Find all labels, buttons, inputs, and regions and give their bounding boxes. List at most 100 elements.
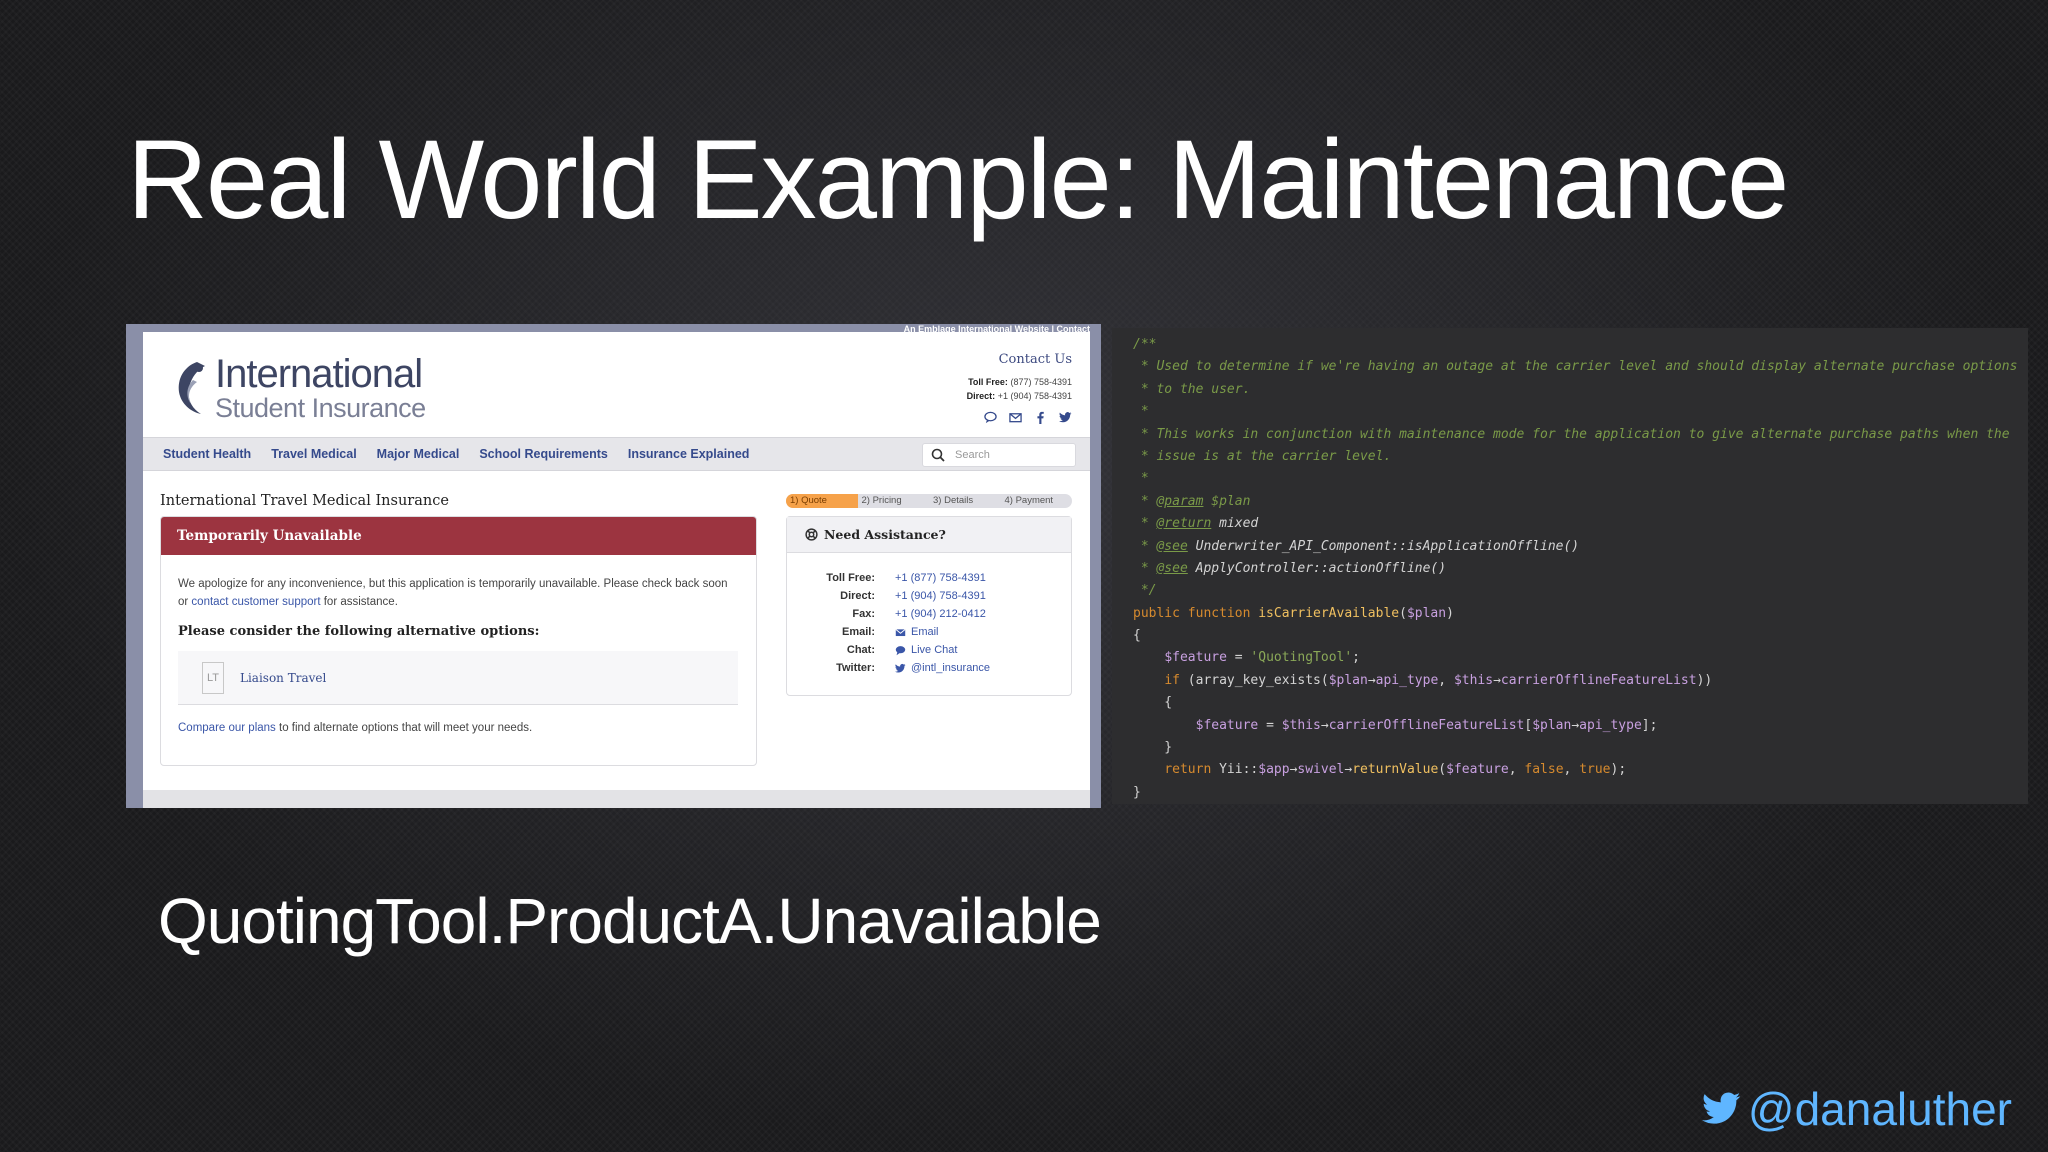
code-token: , xyxy=(1508,762,1525,778)
email-link[interactable]: Email xyxy=(911,626,939,638)
code-line: { xyxy=(1133,692,2028,714)
code-line: * @param $plan xyxy=(1133,491,2028,513)
code-line: * This works in conjunction with mainten… xyxy=(1133,424,2028,446)
assistance-key: Toll Free: xyxy=(826,572,875,584)
code-token: * This works in conjunction with mainten… xyxy=(1133,426,2010,442)
website-screenshot: An Emblage International Website | Conta… xyxy=(126,324,1101,808)
code-token: 'QuotingTool' xyxy=(1250,650,1353,666)
code-line: return Yii::$app→swivel→returnValue($fea… xyxy=(1133,759,2028,781)
code-token: returnValue xyxy=(1352,762,1439,778)
contact-us-link[interactable]: Contact Us xyxy=(967,352,1072,367)
nav-major-medical[interactable]: Major Medical xyxy=(377,447,460,461)
search-icon xyxy=(931,448,945,462)
assistance-key: Twitter: xyxy=(836,662,875,674)
code-token: swivel xyxy=(1297,762,1345,778)
chat-icon xyxy=(895,645,906,655)
step-pricing: 2) Pricing xyxy=(861,495,902,506)
compare-plans-link[interactable]: Compare our plans xyxy=(178,722,276,734)
code-token: if xyxy=(1164,672,1180,688)
code-token: $feature xyxy=(1195,717,1259,733)
code-token: → xyxy=(1367,672,1376,688)
code-token: */ xyxy=(1133,583,1157,599)
contact-support-link[interactable]: contact customer support xyxy=(191,596,320,608)
code-token: @see xyxy=(1156,560,1188,576)
assistance-card: Need Assistance? Toll Free: +1 (877) 758… xyxy=(786,516,1072,696)
step-quote: 1) Quote xyxy=(786,494,858,508)
code-token: * xyxy=(1133,471,1149,487)
assistance-value[interactable]: @intl_insurance xyxy=(895,662,990,674)
twitter-bird-icon xyxy=(1701,1092,1741,1124)
nav-travel-medical[interactable]: Travel Medical xyxy=(271,447,356,461)
envelope-icon[interactable] xyxy=(1009,411,1022,424)
code-line: * @return mixed xyxy=(1133,513,2028,535)
code-token: Yii:: xyxy=(1211,762,1259,778)
code-token: $plan xyxy=(1406,605,1447,621)
code-line: if (array_key_exists($plan→api_type, $th… xyxy=(1133,670,2028,692)
header-contact: Contact Us Toll Free: (877) 758-4391 Dir… xyxy=(967,352,1072,424)
assistance-key: Fax: xyxy=(852,608,875,620)
code-token: { xyxy=(1133,695,1173,711)
code-token: ) xyxy=(1446,605,1454,621)
code-token: )) xyxy=(1696,672,1713,688)
code-line: public function isCarrierAvailable($plan… xyxy=(1133,603,2028,625)
code-token: true xyxy=(1579,762,1611,778)
assistance-value[interactable]: Live Chat xyxy=(895,644,957,656)
code-token: $plan xyxy=(1203,493,1251,509)
live-chat-link[interactable]: Live Chat xyxy=(911,644,957,656)
slide-title: Real World Example: Maintenance xyxy=(127,117,1789,242)
code-token: * xyxy=(1133,493,1157,509)
code-token: * xyxy=(1133,516,1157,532)
code-token: Underwriter_API_Component::isApplication… xyxy=(1187,538,1580,554)
twitter-link[interactable]: @intl_insurance xyxy=(911,662,990,674)
twitter-icon[interactable] xyxy=(1059,411,1072,424)
assistance-value[interactable]: Email xyxy=(895,626,939,638)
fax-value[interactable]: +1 (904) 212-0412 xyxy=(895,608,986,620)
search-placeholder: Search xyxy=(955,449,990,461)
code-token: , xyxy=(1563,762,1580,778)
assistance-row-email: Email: Email xyxy=(787,623,1071,641)
alternative-option-liaison-travel[interactable]: LT Liaison Travel xyxy=(178,651,738,705)
code-token: @param xyxy=(1156,493,1204,509)
assistance-row-twitter: Twitter: @intl_insurance xyxy=(787,659,1071,677)
code-token: false xyxy=(1524,762,1564,778)
nav-student-health[interactable]: Student Health xyxy=(163,447,251,461)
twitter-handle: @danaluther xyxy=(1701,1082,2012,1136)
code-token: $feature xyxy=(1446,762,1509,778)
toll-free-number[interactable]: (877) 758-4391 xyxy=(1010,377,1072,387)
site-logo[interactable]: International Student Insurance xyxy=(167,354,426,422)
direct-value[interactable]: +1 (904) 758-4391 xyxy=(895,590,986,602)
unavailable-body: We apologize for any inconvenience, but … xyxy=(161,555,756,757)
code-token: → xyxy=(1344,762,1353,778)
assistance-rows: Toll Free: +1 (877) 758-4391 Direct: +1 … xyxy=(787,553,1071,677)
code-token: /** xyxy=(1133,337,1157,352)
lifebuoy-icon xyxy=(805,528,818,541)
contact-toll-free: Toll Free: (877) 758-4391 xyxy=(967,375,1072,389)
code-token: carrierOfflineFeatureList xyxy=(1500,672,1697,688)
assistance-row-chat: Chat: Live Chat xyxy=(787,641,1071,659)
site-header: International Student Insurance Contact … xyxy=(143,332,1090,437)
code-line: /** xyxy=(1133,334,2028,356)
toll-free-value[interactable]: +1 (877) 758-4391 xyxy=(895,572,986,584)
assistance-value[interactable]: +1 (904) 758-4391 xyxy=(895,590,986,602)
alternative-label[interactable]: Liaison Travel xyxy=(240,669,326,687)
assistance-value[interactable]: +1 (877) 758-4391 xyxy=(895,572,986,584)
search-input[interactable]: Search xyxy=(922,443,1076,467)
unavailable-title: Temporarily Unavailable xyxy=(161,517,756,555)
code-token: = xyxy=(1258,717,1282,733)
code-line: } xyxy=(1133,737,2028,759)
assistance-row-direct: Direct: +1 (904) 758-4391 xyxy=(787,587,1071,605)
assistance-value[interactable]: +1 (904) 212-0412 xyxy=(895,608,986,620)
logo-swirl-icon xyxy=(178,362,205,414)
message-text-end: for assistance. xyxy=(320,596,398,608)
nav-insurance-explained[interactable]: Insurance Explained xyxy=(628,447,750,461)
code-token: * xyxy=(1133,538,1157,554)
direct-number[interactable]: +1 (904) 758-4391 xyxy=(998,391,1072,401)
facebook-icon[interactable] xyxy=(1034,411,1047,424)
nav-school-requirements[interactable]: School Requirements xyxy=(479,447,608,461)
chat-icon[interactable] xyxy=(984,411,997,424)
code-token: return xyxy=(1164,762,1212,778)
code-line: * Used to determine if we're having an o… xyxy=(1133,356,2028,378)
direct-label: Direct: xyxy=(966,391,996,401)
